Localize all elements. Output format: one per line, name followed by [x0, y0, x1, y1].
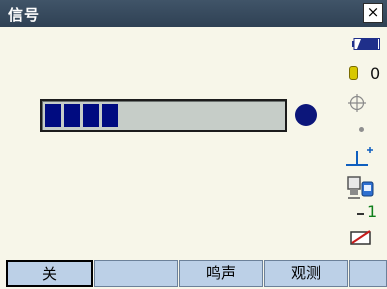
softkey-bar: 关 鸣声 观测	[6, 260, 387, 287]
beep-softkey[interactable]: 鸣声	[179, 260, 263, 287]
signal-strength-bar	[40, 99, 287, 132]
title-bar: 信号 ×	[0, 0, 387, 27]
battery-icon	[352, 38, 380, 50]
empty-softkey-5[interactable]	[349, 260, 387, 287]
measure-softkey[interactable]: 观测	[264, 260, 348, 287]
signal-segment	[64, 104, 80, 127]
window-title: 信号	[8, 6, 41, 24]
small-dot-icon	[359, 127, 364, 132]
crosshair-icon	[348, 94, 366, 112]
prism-target-icon	[346, 147, 373, 166]
mode-number: 1	[367, 202, 378, 221]
signal-indicator-dot	[295, 104, 317, 126]
signal-segment	[102, 104, 118, 127]
close-button[interactable]: ×	[363, 3, 383, 23]
signal-segment	[83, 104, 99, 127]
tilt-bubble-icon	[349, 66, 358, 80]
signal-segment	[45, 104, 61, 127]
memory-card-icon	[350, 230, 371, 245]
tilt-value: 0	[370, 64, 381, 83]
empty-softkey-2[interactable]	[94, 260, 178, 287]
off-softkey[interactable]: 关	[6, 260, 93, 287]
underscore-mark	[357, 213, 364, 215]
instrument-connection-icon	[347, 176, 374, 199]
status-icon-column: 0 1	[339, 30, 387, 252]
signal-window: 信号 × 0 1 关 鸣声 观测	[0, 0, 387, 289]
